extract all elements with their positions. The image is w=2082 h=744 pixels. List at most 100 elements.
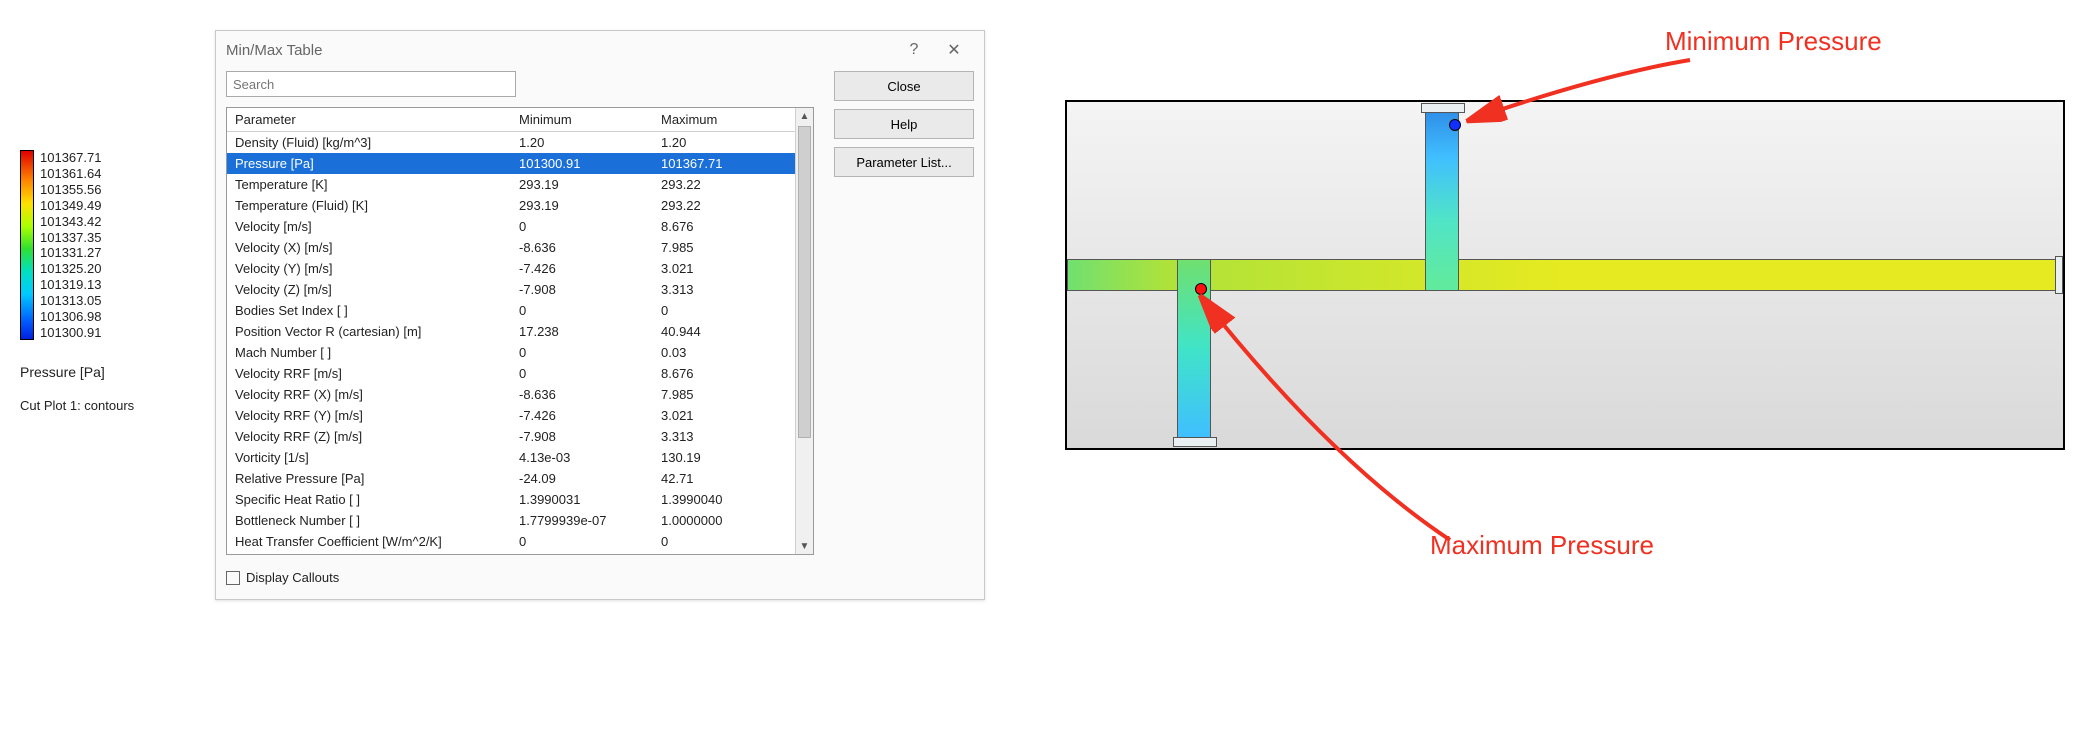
table-row[interactable]: Velocity RRF (X) [m/s]-8.6367.985 — [227, 384, 795, 405]
arrow-to-min — [1460, 55, 1720, 135]
table-cell-max: 293.22 — [653, 174, 795, 195]
legend-tick: 101355.56 — [40, 182, 101, 197]
scroll-thumb[interactable] — [798, 126, 811, 438]
table-row[interactable]: Heat Transfer Coefficient [W/m^2/K]00 — [227, 531, 795, 552]
table-cell-name: Specific Heat Ratio [ ] — [227, 489, 511, 510]
table-cell-min: -7.426 — [511, 405, 653, 426]
table-row[interactable]: Velocity (Y) [m/s]-7.4263.021 — [227, 258, 795, 279]
table-cell-name: Relative Pressure [Pa] — [227, 468, 511, 489]
table-row[interactable]: Temperature (Fluid) [K]293.19293.22 — [227, 195, 795, 216]
table-cell-max: 101367.71 — [653, 153, 795, 174]
table-row[interactable]: Density (Fluid) [kg/m^3]1.201.20 — [227, 132, 795, 154]
table-cell-name: Velocity [m/s] — [227, 216, 511, 237]
search-input[interactable] — [226, 71, 516, 97]
table-row[interactable]: Specific Heat Ratio [ ]1.39900311.399004… — [227, 489, 795, 510]
table-row[interactable]: Bodies Set Index [ ]00 — [227, 300, 795, 321]
legend-caption: Pressure [Pa] — [20, 364, 200, 380]
close-icon[interactable]: ✕ — [934, 35, 974, 65]
table-cell-max: 40.944 — [653, 321, 795, 342]
color-legend: 101367.71101361.64101355.56101349.491013… — [20, 150, 200, 413]
table-cell-name: Temperature (Fluid) [K] — [227, 195, 511, 216]
table-cell-max: 42.71 — [653, 468, 795, 489]
dialog-title: Min/Max Table — [226, 42, 322, 59]
annotation-min-pressure: Minimum Pressure — [1665, 26, 1882, 57]
table-cell-name: Position Vector R (cartesian) [m] — [227, 321, 511, 342]
table-cell-max: 293.22 — [653, 195, 795, 216]
table-cell-min: 1.3990031 — [511, 489, 653, 510]
table-cell-name: Mach Number [ ] — [227, 342, 511, 363]
table-row[interactable]: ShortCut Number [ ]8.2007660e-081.000000… — [227, 552, 795, 554]
pipe-horizontal-cap — [2055, 256, 2063, 294]
table-cell-min: 293.19 — [511, 195, 653, 216]
legend-tick: 101343.42 — [40, 214, 101, 229]
table-row[interactable]: Vorticity [1/s]4.13e-03130.19 — [227, 447, 795, 468]
table-row[interactable]: Temperature [K]293.19293.22 — [227, 174, 795, 195]
scroll-up-icon[interactable]: ▲ — [796, 108, 813, 124]
help-button[interactable]: Help — [834, 109, 974, 139]
col-header-minimum[interactable]: Minimum — [511, 108, 653, 132]
table-cell-min: 0 — [511, 216, 653, 237]
table-cell-name: Bodies Set Index [ ] — [227, 300, 511, 321]
col-header-parameter[interactable]: Parameter — [227, 108, 511, 132]
table-row[interactable]: Pressure [Pa]101300.91101367.71 — [227, 153, 795, 174]
parameter-list-button[interactable]: Parameter List... — [834, 147, 974, 177]
legend-tick: 101300.91 — [40, 325, 101, 340]
table-cell-max: 8.676 — [653, 216, 795, 237]
table-cell-name: Velocity RRF (Y) [m/s] — [227, 405, 511, 426]
table-row[interactable]: Bottleneck Number [ ]1.7799939e-071.0000… — [227, 510, 795, 531]
dialog-footer: Display Callouts — [226, 570, 339, 585]
table-cell-min: -7.908 — [511, 426, 653, 447]
table-cell-name: Heat Transfer Coefficient [W/m^2/K] — [227, 531, 511, 552]
minmax-table: Parameter Minimum Maximum Density (Fluid… — [226, 107, 814, 555]
table-cell-name: Velocity RRF (X) [m/s] — [227, 384, 511, 405]
legend-plot-name: Cut Plot 1: contours — [20, 398, 200, 413]
legend-ticks: 101367.71101361.64101355.56101349.491013… — [40, 150, 101, 340]
legend-tick: 101306.98 — [40, 309, 101, 324]
table-row[interactable]: Mach Number [ ]00.03 — [227, 342, 795, 363]
table-cell-max: 7.985 — [653, 384, 795, 405]
table-cell-name: Velocity RRF (Z) [m/s] — [227, 426, 511, 447]
table-row[interactable]: Relative Pressure [Pa]-24.0942.71 — [227, 468, 795, 489]
table-cell-max: 8.676 — [653, 363, 795, 384]
table-row[interactable]: Velocity RRF (Y) [m/s]-7.4263.021 — [227, 405, 795, 426]
legend-tick: 101361.64 — [40, 166, 101, 181]
table-row[interactable]: Velocity RRF [m/s]08.676 — [227, 363, 795, 384]
table-cell-min: -7.426 — [511, 258, 653, 279]
table-cell-max: 130.19 — [653, 447, 795, 468]
table-cell-name: Vorticity [1/s] — [227, 447, 511, 468]
table-scrollbar[interactable]: ▲ ▼ — [795, 108, 813, 554]
dialog-titlebar[interactable]: Min/Max Table ? ✕ — [216, 31, 984, 69]
table-row[interactable]: Velocity (Z) [m/s]-7.9083.313 — [227, 279, 795, 300]
close-button[interactable]: Close — [834, 71, 974, 101]
minmax-dialog: Min/Max Table ? ✕ Close Help Parameter L… — [215, 30, 985, 600]
help-icon[interactable]: ? — [894, 35, 934, 65]
table-cell-max: 1.20 — [653, 132, 795, 154]
table-cell-min: 1.20 — [511, 132, 653, 154]
scroll-down-icon[interactable]: ▼ — [796, 538, 813, 554]
table-cell-max: 0.03 — [653, 342, 795, 363]
table-cell-name: Temperature [K] — [227, 174, 511, 195]
legend-tick: 101325.20 — [40, 261, 101, 276]
table-cell-name: Pressure [Pa] — [227, 153, 511, 174]
display-callouts-checkbox[interactable] — [226, 571, 240, 585]
table-cell-max: 1.0000000 — [653, 552, 795, 554]
table-cell-min: 0 — [511, 363, 653, 384]
col-header-maximum[interactable]: Maximum — [653, 108, 795, 132]
table-cell-min: -7.908 — [511, 279, 653, 300]
table-row[interactable]: Velocity (X) [m/s]-8.6367.985 — [227, 237, 795, 258]
pipe-top-cap — [1421, 103, 1465, 113]
table-cell-min: 293.19 — [511, 174, 653, 195]
table-cell-name: ShortCut Number [ ] — [227, 552, 511, 554]
table-cell-max: 3.021 — [653, 405, 795, 426]
legend-color-bar — [20, 150, 34, 340]
table-row[interactable]: Position Vector R (cartesian) [m]17.2384… — [227, 321, 795, 342]
table-row[interactable]: Velocity [m/s]08.676 — [227, 216, 795, 237]
display-callouts-label[interactable]: Display Callouts — [246, 570, 339, 585]
table-row[interactable]: Velocity RRF (Z) [m/s]-7.9083.313 — [227, 426, 795, 447]
table-cell-max: 0 — [653, 531, 795, 552]
table-cell-max: 3.021 — [653, 258, 795, 279]
table-cell-max: 1.3990040 — [653, 489, 795, 510]
legend-tick: 101331.27 — [40, 245, 101, 260]
table-cell-max: 7.985 — [653, 237, 795, 258]
table-cell-min: 0 — [511, 342, 653, 363]
